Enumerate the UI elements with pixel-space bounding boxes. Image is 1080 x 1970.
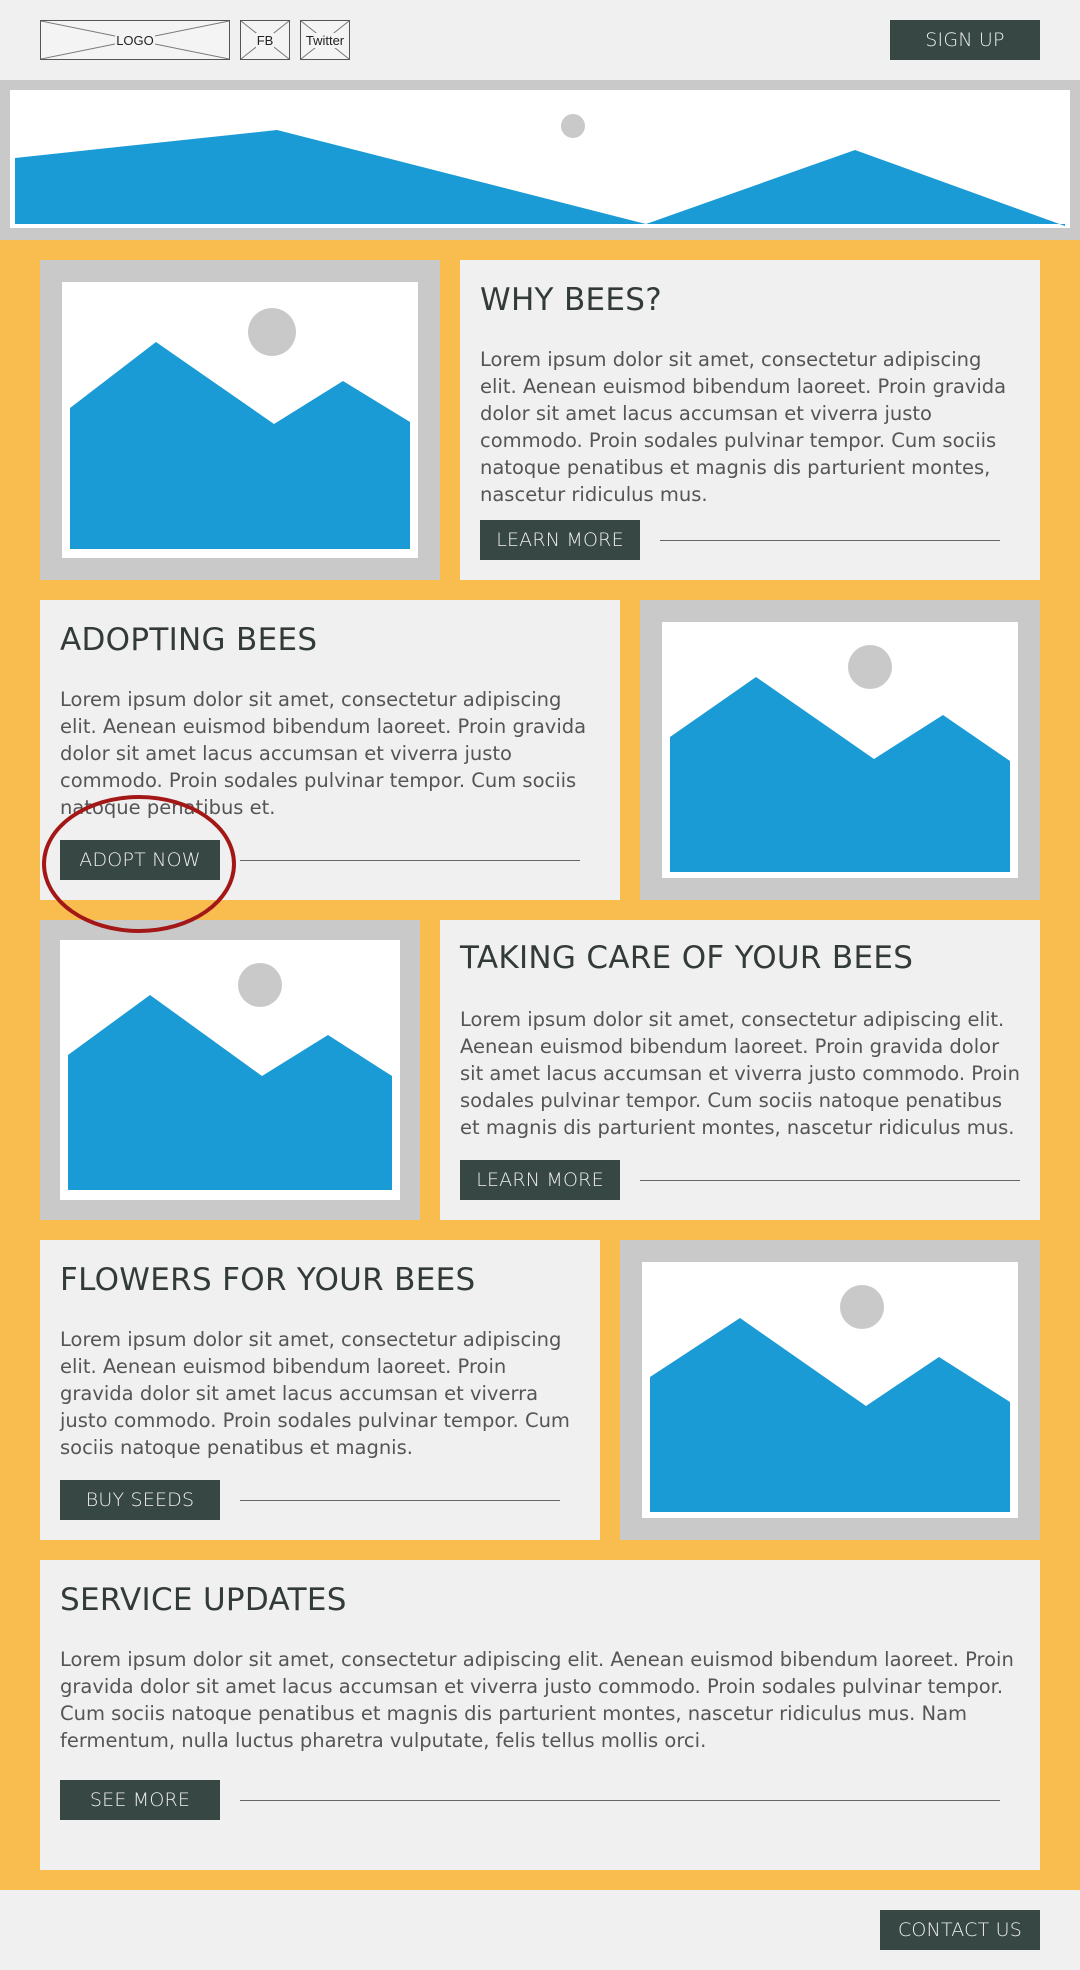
contact-us-button[interactable]: CONTACT US	[880, 1910, 1040, 1950]
learn-more-button[interactable]: LEARN MORE	[460, 1160, 620, 1200]
image-placeholder-icon	[662, 622, 1018, 878]
facebook-link[interactable]: FB	[240, 20, 290, 60]
why-bees-image	[40, 260, 440, 580]
taking-care-card: TAKING CARE OF YOUR BEES Lorem ipsum dol…	[440, 920, 1040, 1220]
buy-seeds-button[interactable]: BUY SEEDS	[60, 1480, 220, 1520]
section-body: Lorem ipsum dolor sit amet, consectetur …	[60, 688, 587, 819]
divider	[240, 1500, 560, 1501]
image-placeholder-icon	[642, 1262, 1018, 1518]
adopting-bees-card: ADOPTING BEES Lorem ipsum dolor sit amet…	[40, 600, 620, 900]
adopting-bees-image	[640, 600, 1040, 900]
hero-image-placeholder-icon	[10, 90, 1070, 228]
taking-care-image	[40, 920, 420, 1220]
section-body: Lorem ipsum dolor sit amet, consectetur …	[480, 348, 1007, 506]
section-title: TAKING CARE OF YOUR BEES	[460, 940, 914, 976]
divider	[640, 1180, 1020, 1181]
service-updates-card: SERVICE UPDATES Lorem ipsum dolor sit am…	[40, 1560, 1040, 1870]
signup-button[interactable]: SIGN UP	[890, 20, 1040, 60]
learn-more-button[interactable]: LEARN MORE	[480, 520, 640, 560]
see-more-button[interactable]: SEE MORE	[60, 1780, 220, 1820]
section-title: SERVICE UPDATES	[60, 1582, 347, 1618]
section-body: Lorem ipsum dolor sit amet, consectetur …	[60, 1648, 1014, 1752]
section-title: FLOWERS FOR YOUR BEES	[60, 1262, 476, 1298]
image-placeholder-icon	[60, 940, 400, 1200]
divider	[660, 540, 1000, 541]
flowers-card: FLOWERS FOR YOUR BEES Lorem ipsum dolor …	[40, 1240, 600, 1540]
logo-placeholder[interactable]: LOGO	[40, 20, 230, 60]
section-title: ADOPTING BEES	[60, 622, 318, 658]
divider	[240, 860, 580, 861]
why-bees-card: WHY BEES? Lorem ipsum dolor sit amet, co…	[460, 260, 1040, 580]
facebook-label: FB	[255, 32, 275, 48]
section-body: Lorem ipsum dolor sit amet, consectetur …	[460, 1008, 1020, 1139]
image-placeholder-icon	[62, 282, 418, 558]
section-title: WHY BEES?	[480, 282, 663, 318]
adopt-now-button[interactable]: ADOPT NOW	[60, 840, 220, 880]
hero-banner	[0, 80, 1080, 240]
logo-label: LOGO	[115, 32, 155, 48]
twitter-link[interactable]: Twitter	[300, 20, 350, 60]
twitter-label: Twitter	[304, 32, 346, 48]
divider	[240, 1800, 1000, 1801]
section-body: Lorem ipsum dolor sit amet, consectetur …	[60, 1328, 570, 1459]
flowers-image	[620, 1240, 1040, 1540]
